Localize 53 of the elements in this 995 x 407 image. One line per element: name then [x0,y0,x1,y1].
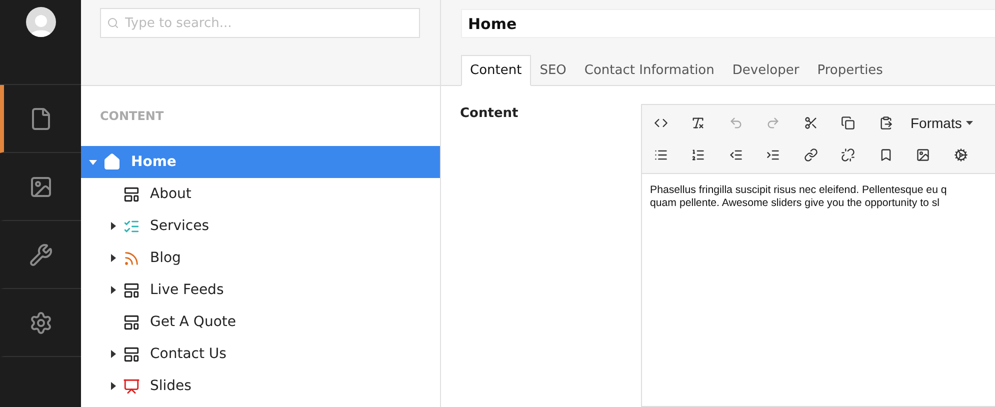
avatar[interactable] [26,7,56,37]
gear-icon [954,148,968,162]
slides-icon [123,378,140,394]
search-field[interactable]: Type to search... [100,8,420,38]
image-icon [916,148,930,162]
unlink-icon [841,148,856,162]
caret-right-icon[interactable] [109,350,117,358]
page-layout-icon [123,186,140,202]
section-heading: CONTENT [99,108,165,125]
house-icon [103,153,121,171]
indent-icon [766,148,780,162]
tab[interactable]: Properties [808,55,892,86]
name-field[interactable]: Home [461,9,995,38]
tree-item[interactable]: Home [81,146,440,178]
redo-icon [766,116,780,130]
rss-icon [123,250,140,266]
code-icon [654,116,668,130]
tree-item[interactable]: About [81,178,440,210]
tree-item[interactable]: Get A Quote [81,306,440,338]
tree-item[interactable]: Slides [81,370,440,402]
link-icon [804,148,818,162]
tab[interactable]: SEO [530,55,576,86]
caret-right-icon[interactable] [109,286,117,294]
caret-down-icon[interactable] [89,158,97,166]
image-icon [28,174,52,198]
wrench-icon [28,242,52,266]
copy-icon [841,116,856,130]
tree-item[interactable]: Live Feeds [81,274,440,306]
paste-icon [878,116,893,130]
page-layout-icon [123,314,140,330]
outdent-icon [728,148,743,162]
caret-right-icon[interactable] [109,382,117,390]
tree-item[interactable]: Contact Us [81,338,440,370]
formats-dropdown[interactable]: Formats [904,115,979,131]
tree-item[interactable]: Blog [81,242,440,274]
caret-right-icon[interactable] [109,222,117,230]
tab[interactable]: Developer [723,55,808,86]
page-layout-icon [123,346,140,362]
bookmark-icon [878,148,893,162]
caret-right-icon[interactable] [109,254,117,262]
tree-item[interactable]: Services [81,210,440,242]
clear-format-icon [691,116,706,130]
caret-down-icon [966,121,973,125]
page-layout-icon [123,282,140,298]
undo-icon [728,116,743,130]
numbered-list-icon [691,148,706,162]
field-label: Content [460,106,520,123]
editor-text[interactable]: Phasellus fringilla suscipit risus nec eleifend. Pellentesque eu q quam pellente. Awesome sliders give you the opportunity to sl [642,174,995,210]
bullet-list-icon [654,148,668,162]
settings-icon [28,310,52,334]
tab[interactable]: Contact Information [575,55,724,86]
tab[interactable]: Content [461,55,531,86]
scissors-icon [804,116,818,130]
